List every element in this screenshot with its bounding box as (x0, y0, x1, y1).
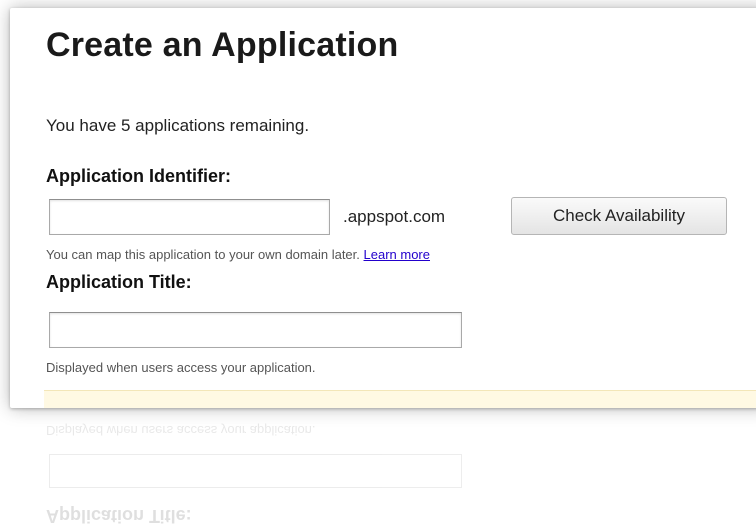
check-availability-button[interactable]: Check Availability (511, 197, 727, 235)
application-title-hint: Displayed when users access your applica… (46, 360, 316, 375)
card-reflection: Application Title: Displayed when users … (46, 408, 746, 528)
application-identifier-input[interactable] (49, 199, 330, 235)
applications-remaining-text: You have 5 applications remaining. (46, 116, 310, 135)
appspot-domain-suffix: .appspot.com (343, 207, 446, 226)
identifier-hint: You can map this application to your own… (46, 247, 430, 262)
reflection-title-label: Application Title: (46, 506, 192, 526)
page-title: Create an Application (46, 26, 399, 64)
notice-strip (44, 390, 756, 408)
reflection-title-hint: Displayed when users access your applica… (46, 423, 316, 438)
screenshot-stage: Create an Application You have 5 applica… (0, 0, 756, 528)
create-application-form: Create an Application You have 5 applica… (10, 8, 756, 408)
reflection-title-input (49, 454, 462, 488)
learn-more-link[interactable]: Learn more (364, 247, 430, 262)
application-title-input[interactable] (49, 312, 462, 348)
application-identifier-label: Application Identifier: (46, 166, 232, 186)
form-content: Create an Application You have 5 applica… (44, 8, 756, 408)
identifier-hint-text: You can map this application to your own… (46, 247, 360, 262)
application-title-label: Application Title: (46, 272, 192, 292)
